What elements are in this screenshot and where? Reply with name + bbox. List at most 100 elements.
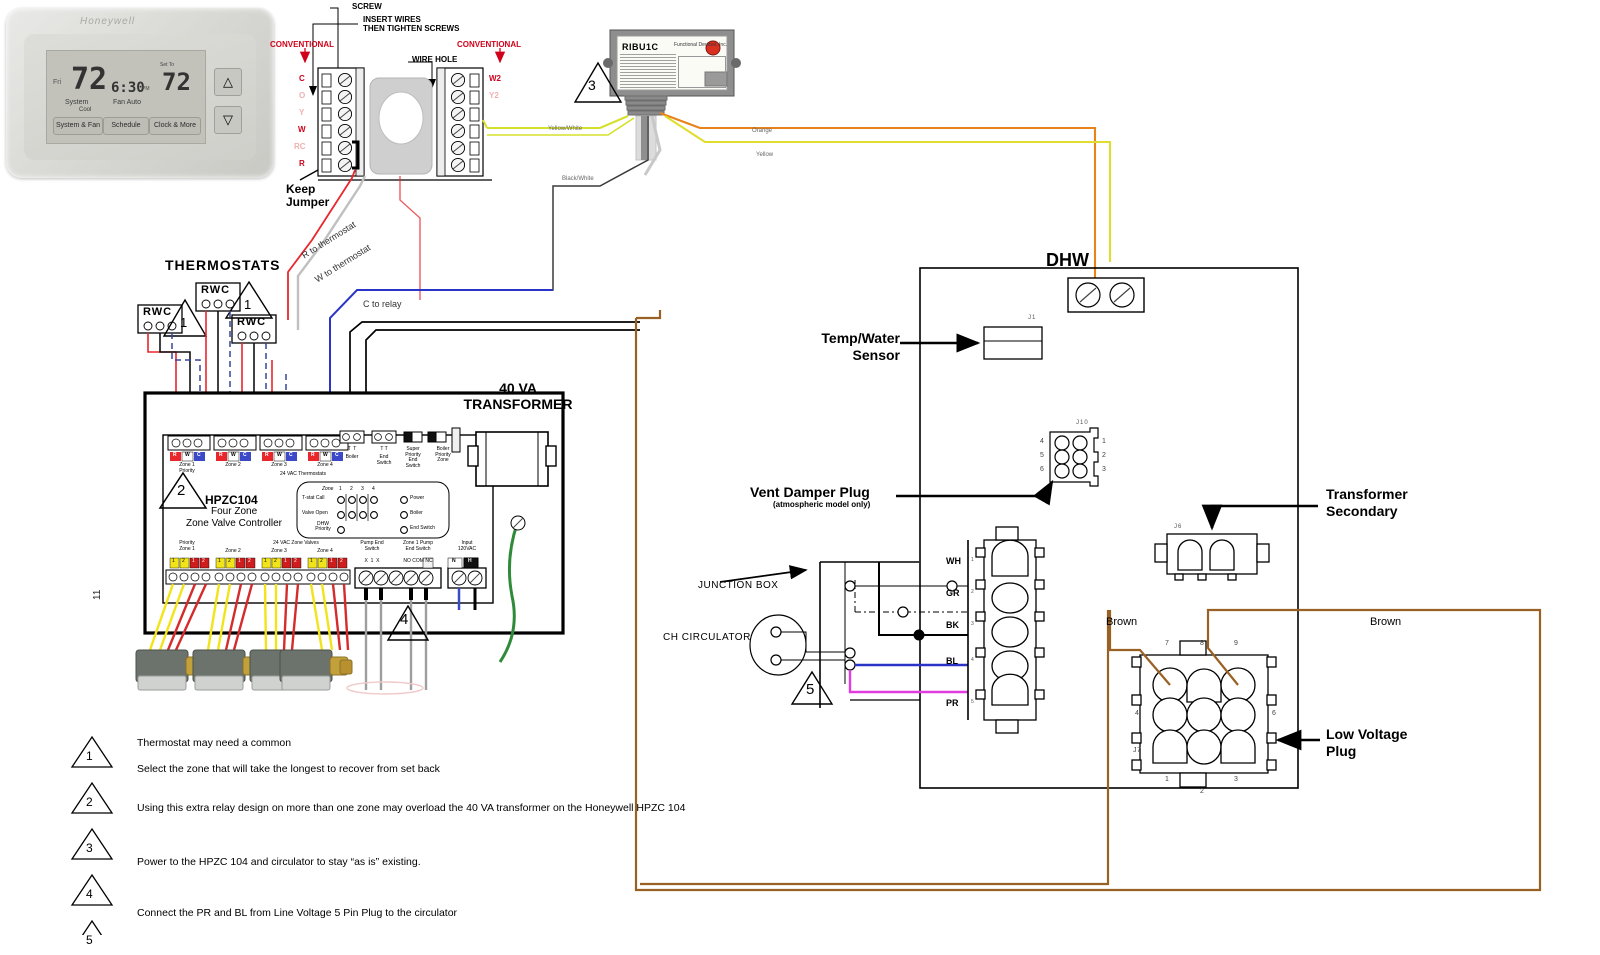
transformer-title: 40 VA TRANSFORMER [463, 380, 573, 413]
zone4-terminal-label: Zone 4 [317, 462, 333, 468]
ch-circulator-label: CH CIRCULATOR [663, 632, 751, 643]
legend-note-1: Thermostat may need a common [137, 737, 292, 749]
lcd-day: Fri [53, 79, 62, 86]
insert-wires-callout: INSERT WIRES THEN TIGHTEN SCREWS [363, 15, 460, 33]
pin-num-3: 3 [971, 621, 974, 627]
relay-wires [460, 112, 1112, 300]
zone1-pump-end-switch-label: Zone 1 Pump End Switch [402, 540, 434, 552]
j10-pin-2: 2 [1102, 452, 1106, 459]
pin-num-2: 2 [971, 589, 974, 595]
legend-triangles [70, 735, 114, 935]
lcd-time: 6:30 [111, 80, 145, 96]
j10-pin-1: 1 [1102, 438, 1106, 445]
legend-note-5: Connect the PR and BL from Line Voltage … [137, 907, 458, 919]
note-marker-1-label-b: 1 [244, 297, 252, 312]
note-marker-3-triangle [573, 61, 623, 103]
wire-hole-plate [369, 77, 433, 175]
thermostat-terminal-right [436, 67, 484, 177]
screw-callout: SCREW [352, 2, 382, 11]
transformer-40va [467, 431, 557, 487]
indicator-zone-num-4: 4 [372, 486, 375, 492]
indicator-led-power: Power [410, 495, 425, 501]
lcd-button-schedule[interactable]: Schedule [103, 117, 149, 135]
note-marker-1-label-a: 1 [180, 315, 188, 330]
j7-pin-6: 6 [1272, 710, 1276, 717]
zone2-terminal-label: Zone 2 [225, 462, 241, 468]
junction-box-group [749, 561, 968, 720]
lcd-current-temp: 72 [71, 62, 108, 97]
zone1-terminal-label: Zone 1 Priority [179, 462, 195, 474]
thermostats-title: THERMOSTATS [165, 257, 281, 273]
boiler-terminal-label: Boiler [345, 454, 359, 460]
legend-marker-2: 2 [86, 795, 93, 809]
note-marker-4-label: 4 [400, 611, 409, 628]
indicator-led-boiler: Boiler [410, 510, 423, 516]
dhw-label: DHW [1046, 250, 1089, 270]
zone-valves-group-label: 24 VAC Zone Valves [273, 540, 319, 546]
super-priority-end-switch-label: Super Priority End Switch [405, 446, 421, 469]
wire-label-yellow-white: Yellow/White [548, 126, 583, 132]
wire-label-c-to-relay: C to relay [363, 299, 402, 309]
lcd-time-suffix: PM [142, 86, 150, 92]
wire-label-black-white: Black/White [562, 176, 594, 182]
temp-water-sensor-connector [983, 326, 1043, 360]
terminal-label-c: C [299, 74, 305, 83]
input-120vac-label: Input 120VAC [457, 540, 477, 552]
pump-end-switch-label: Pump End Switch [360, 540, 384, 552]
terminal-label-w: W [298, 125, 306, 134]
j6-ref-label: J6 [1174, 524, 1183, 530]
j7-pin-7: 7 [1165, 640, 1169, 647]
indicator-zone-header: Zone [322, 486, 334, 492]
low-voltage-plug-connector [1131, 640, 1277, 788]
transformer-secondary-connector [1154, 533, 1270, 581]
controller-line3: Zone Valve Controller [186, 518, 282, 529]
conventional-right-label: CONVENTIONAL [457, 40, 521, 49]
honeywell-thermostat[interactable]: Honeywell Fri 72 6:30 PM Set To 72 Syste… [6, 8, 274, 178]
j7-pin-1: 1 [1165, 776, 1169, 783]
junction-box-label: JUNCTION BOX [698, 580, 779, 591]
pin-label-bk: BK [946, 620, 959, 630]
vent-damper-sub-label: (atmospheric model only) [773, 500, 871, 509]
indicator-zone-num-3: 3 [361, 486, 364, 492]
conventional-left-label: CONVENTIONAL [270, 40, 334, 49]
wire-label-orange: Orange [752, 128, 773, 134]
thermostat-bezel: Fri 72 6:30 PM Set To 72 System Cool Fan… [24, 34, 256, 160]
wire-hole-callout: WIRE HOLE [412, 55, 458, 64]
rwc-label-3: RWC [237, 316, 267, 328]
legend-note-3: Using this extra relay design on more th… [137, 802, 686, 814]
lcd-system-label: System [65, 99, 89, 106]
pin-num-1: 1 [971, 557, 974, 563]
lcd-button-system-fan[interactable]: System & Fan [53, 117, 103, 135]
j7-pin-2: 2 [1200, 788, 1204, 795]
lcd-fan-label: Fan Auto [113, 99, 142, 106]
note-marker-5-label: 5 [806, 681, 815, 698]
pin-label-pr: PR [946, 698, 959, 708]
diagram-canvas: Honeywell Fri 72 6:30 PM Set To 72 Syste… [0, 0, 1600, 955]
j10-pin-4: 4 [1040, 438, 1044, 445]
brown-wires [634, 318, 1542, 892]
indicator-row-valve-open: Valve Open [302, 510, 328, 516]
legend-note-2: Select the zone that will take the longe… [137, 763, 440, 775]
brown-label-right: Brown [1370, 616, 1402, 628]
vent-damper-plug-label: Vent Damper Plug [750, 484, 870, 500]
dhw-terminal-block [1067, 277, 1145, 313]
j1-ref-label: J1 [1028, 315, 1037, 321]
keep-jumper-callout: Keep Jumper [286, 182, 330, 210]
indicator-row-tstat-call: T-stat Call [302, 495, 325, 501]
j7-pin-4: 4 [1135, 710, 1139, 717]
priority-zone1-label: Priority Zone 1 [179, 540, 195, 552]
pin-num-5: 5 [971, 699, 974, 705]
j7-ref-label: J7 [1133, 747, 1142, 754]
up-arrow-icon[interactable]: △ [214, 68, 242, 96]
lcd-button-clock-more[interactable]: Clock & More [149, 117, 201, 135]
terminal-label-w2: W2 [489, 74, 501, 83]
ribu1c-spec-text [620, 54, 676, 88]
bottom-zone4-label: Zone 4 [317, 548, 333, 554]
pin-num-4: 4 [971, 657, 974, 663]
pin-label-wh: WH [946, 556, 961, 566]
vent-damper-connector [1049, 427, 1099, 487]
legend-marker-3: 3 [86, 841, 93, 855]
low-voltage-plug-label: Low Voltage Plug [1326, 726, 1408, 759]
note-marker-2-label: 2 [177, 482, 186, 499]
down-arrow-icon[interactable]: ▽ [214, 106, 242, 134]
